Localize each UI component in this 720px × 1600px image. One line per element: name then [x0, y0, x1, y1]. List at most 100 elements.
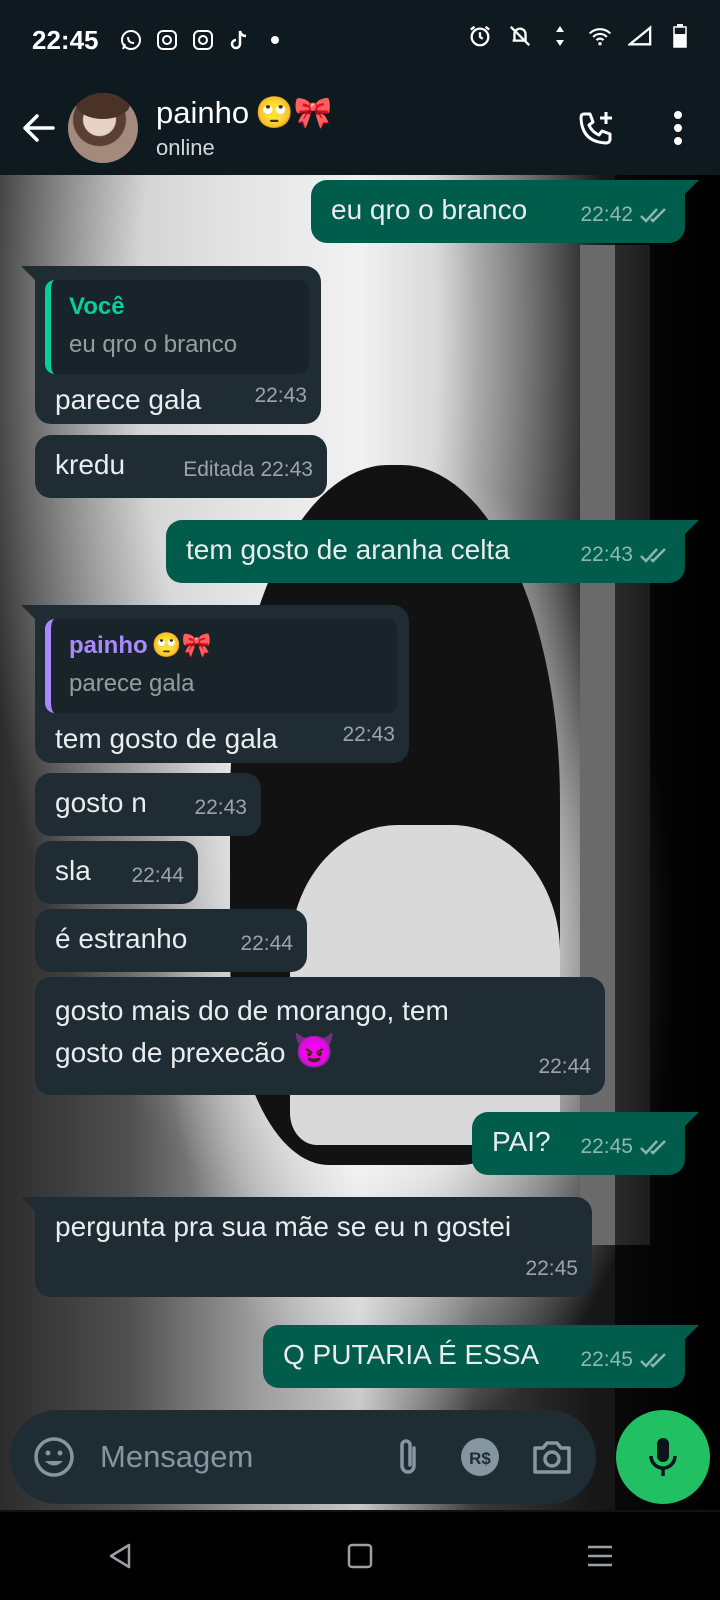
message-meta: 22:45 — [525, 1249, 578, 1289]
message-composer: Mensagem R$ — [10, 1410, 596, 1504]
contact-name: painho 🙄🎀 — [156, 95, 568, 131]
message-time: 22:44 — [538, 1055, 591, 1078]
data-arrows-icon — [548, 24, 572, 48]
triangle-back-icon — [109, 1543, 131, 1569]
message-text: pergunta pra sua mãe se eu n gostei — [55, 1211, 512, 1242]
bubble-tail — [21, 1197, 37, 1213]
read-ticks-icon — [640, 548, 666, 563]
message-time: 22:45 — [580, 1348, 633, 1371]
message-text-line: gosto mais do de morango, tem — [55, 995, 449, 1026]
message-bubble-incoming[interactable]: gosto n 22:43 — [35, 773, 261, 836]
voice-message-button[interactable] — [616, 1410, 710, 1504]
message-text: sla — [55, 855, 91, 886]
instagram-icon — [155, 28, 179, 52]
mute-icon — [508, 24, 532, 48]
message-text: parece gala — [55, 384, 202, 415]
message-time: 22:43 — [342, 723, 395, 746]
message-text: gosto de prexecão — [55, 1037, 286, 1068]
message-bubble-incoming[interactable]: sla 22:44 — [35, 841, 198, 904]
tiktok-icon — [227, 28, 251, 52]
back-arrow-icon — [23, 113, 55, 142]
menu-lines-icon — [588, 1545, 612, 1567]
wifi-icon — [588, 24, 612, 48]
bubble-tail — [683, 180, 699, 196]
message-meta: Editada 22:43 — [183, 450, 313, 490]
edited-label: Editada — [183, 458, 255, 481]
quote-author-name: painho — [69, 632, 148, 659]
message-time: 22:44 — [131, 864, 184, 887]
message-bubble-incoming[interactable]: painho 🙄🎀 parece gala tem gosto de gala … — [21, 605, 409, 763]
message-bubble-outgoing[interactable]: Q PUTARIA É ESSA 22:45 — [263, 1325, 699, 1388]
read-ticks-icon — [640, 1353, 666, 1368]
phone-plus-icon — [579, 111, 612, 144]
read-ticks-icon — [640, 208, 666, 223]
message-bubble-incoming[interactable]: pergunta pra sua mãe se eu n gostei 22:4… — [21, 1197, 592, 1297]
message-time: 22:45 — [580, 1135, 633, 1158]
message-meta: 22:44 — [240, 924, 293, 964]
contact-avatar[interactable] — [68, 92, 138, 163]
signal-icon — [628, 24, 652, 48]
more-options-button[interactable] — [650, 98, 706, 158]
message-meta: 22:42 — [580, 195, 671, 235]
bubble-tail — [21, 266, 37, 282]
message-text: kredu — [55, 449, 126, 480]
nav-back-button[interactable] — [90, 1526, 150, 1586]
message-meta: 22:43 — [342, 715, 395, 755]
quote-author: painho 🙄🎀 — [69, 631, 381, 661]
message-bubble-incoming[interactable]: é estranho 22:44 — [35, 909, 307, 972]
quote-author: Você — [69, 293, 125, 320]
message-meta: 22:45 — [580, 1340, 671, 1380]
contact-status: online — [156, 134, 215, 160]
camera-icon — [533, 1441, 571, 1474]
message-bubble-incoming[interactable]: gosto mais do de morango, tem gosto de p… — [35, 977, 605, 1095]
message-bubble-outgoing[interactable]: eu qro o branco 22:42 — [311, 180, 699, 243]
bubble-tail — [683, 1112, 699, 1128]
whatsapp-icon — [119, 28, 143, 52]
message-time: 22:43 — [260, 458, 313, 481]
quoted-message[interactable]: Você eu qro o branco — [45, 280, 309, 374]
chat-header: painho 🙄🎀 online — [0, 80, 720, 175]
emoji-button[interactable] — [28, 1431, 80, 1483]
message-bubble-incoming[interactable]: kredu Editada 22:43 — [35, 435, 327, 498]
add-call-button[interactable] — [568, 98, 624, 158]
camera-button[interactable] — [526, 1431, 578, 1483]
alarm-icon — [468, 24, 492, 48]
message-meta: 22:45 — [580, 1127, 671, 1167]
battery-icon — [668, 24, 692, 48]
message-text: gosto n — [55, 787, 147, 818]
real-currency-icon: R$ — [461, 1438, 499, 1476]
square-home-icon — [347, 1543, 373, 1569]
message-meta: 22:43 — [194, 788, 247, 828]
message-input[interactable]: Mensagem — [100, 1439, 362, 1475]
chat-area[interactable]: eu qro o branco 22:42 Você eu qro o bran… — [0, 175, 720, 1510]
message-text: PAI? — [492, 1126, 551, 1157]
message-text: Q PUTARIA É ESSA — [283, 1339, 540, 1370]
message-text: é estranho — [55, 923, 188, 954]
attach-button[interactable] — [382, 1431, 434, 1483]
smiling-devil-emoji: 😈 — [293, 1032, 336, 1070]
contact-info[interactable]: painho 🙄🎀 online — [156, 95, 568, 161]
microphone-icon — [649, 1438, 677, 1476]
quoted-message[interactable]: painho 🙄🎀 parece gala — [45, 619, 397, 713]
quote-author-emoji: 🙄🎀 — [151, 632, 212, 659]
message-text: eu qro o branco — [331, 194, 528, 225]
message-time: 22:44 — [240, 932, 293, 955]
message-meta: 22:43 — [580, 535, 671, 575]
bubble-tail — [683, 1325, 699, 1341]
bubble-tail — [21, 605, 37, 621]
more-notifications-dot-icon — [263, 28, 287, 52]
wallpaper-shape — [615, 175, 720, 1510]
back-button[interactable] — [12, 98, 64, 158]
nav-home-button[interactable] — [330, 1526, 390, 1586]
status-time: 22:45 — [32, 24, 99, 55]
nav-recents-button[interactable] — [570, 1526, 630, 1586]
message-bubble-outgoing[interactable]: PAI? 22:45 — [472, 1112, 699, 1175]
contact-name-text: painho — [156, 94, 250, 130]
message-bubble-incoming[interactable]: Você eu qro o branco parece gala 22:43 — [21, 266, 321, 424]
kebab-menu-icon — [674, 110, 682, 145]
message-bubble-outgoing[interactable]: tem gosto de aranha celta 22:43 — [166, 520, 699, 583]
message-text-line-2: gosto de prexecão 😈 — [55, 1031, 585, 1073]
payment-button[interactable]: R$ — [454, 1431, 506, 1483]
quote-text: parece gala — [69, 670, 195, 697]
message-time: 22:45 — [525, 1257, 578, 1280]
